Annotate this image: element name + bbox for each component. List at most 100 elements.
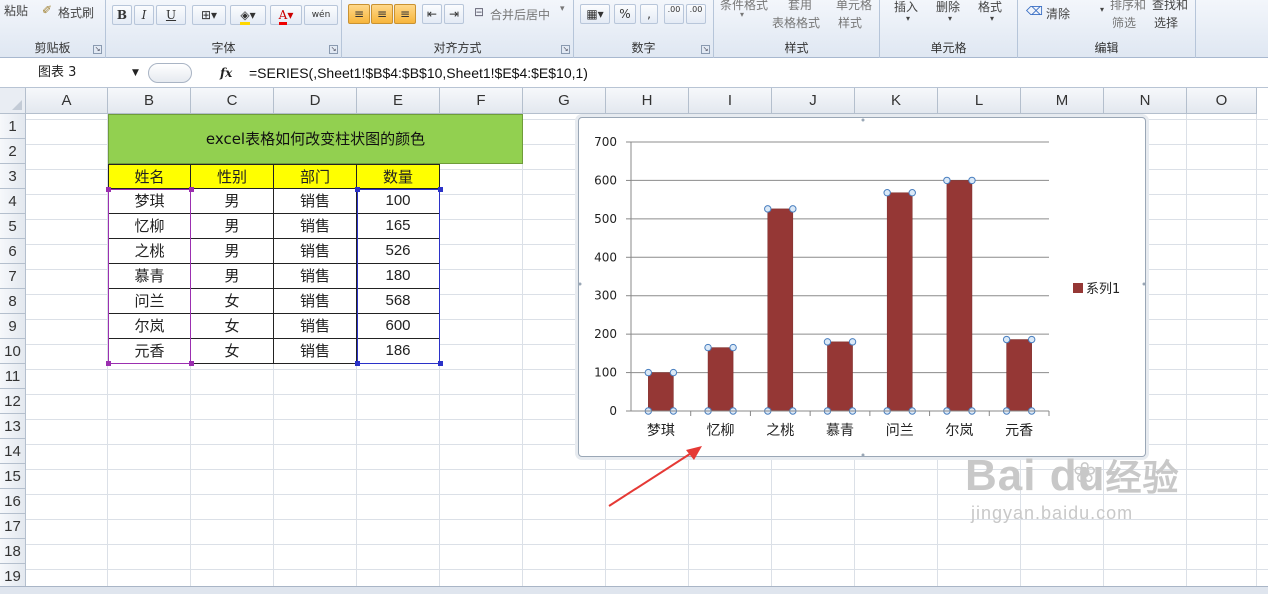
chart-object[interactable]: 0 100 200 300 400 500 600 700 梦琪 忆柳 之桃 慕青 问兰 尔岚 元香 系列1 bbox=[578, 117, 1146, 457]
merge-dropdown-icon[interactable]: ▾ bbox=[560, 4, 565, 14]
column-header-O[interactable]: O bbox=[1187, 88, 1257, 114]
decrease-indent-button[interactable]: ⇤ bbox=[422, 4, 442, 24]
row-header-1[interactable]: 1 bbox=[0, 114, 26, 139]
bold-button[interactable]: B bbox=[112, 5, 132, 25]
bar-之桃[interactable] bbox=[767, 208, 794, 412]
bar-selection-handle[interactable] bbox=[669, 368, 678, 377]
align-center-button[interactable]: ≡ bbox=[371, 4, 393, 24]
table-cell[interactable]: 销售 bbox=[274, 314, 357, 339]
font-color-button[interactable]: A▾ bbox=[270, 5, 302, 25]
bar-问兰[interactable] bbox=[886, 192, 913, 412]
row-header-2[interactable]: 2 bbox=[0, 139, 26, 164]
row-header-7[interactable]: 7 bbox=[0, 264, 26, 289]
align-right-button[interactable]: ≡ bbox=[394, 4, 416, 24]
fill-color-button[interactable]: ◈▾ bbox=[230, 5, 266, 25]
column-header-A[interactable]: A bbox=[26, 88, 108, 114]
row-header-15[interactable]: 15 bbox=[0, 464, 26, 489]
range-handle[interactable] bbox=[438, 187, 443, 192]
phonetic-button[interactable]: wén bbox=[304, 5, 338, 25]
font-launcher-icon[interactable]: ↘ bbox=[329, 45, 338, 54]
bar-selection-handle[interactable] bbox=[764, 205, 772, 213]
bar-selection-handle[interactable] bbox=[848, 338, 857, 346]
table-cell[interactable]: 销售 bbox=[274, 339, 357, 364]
table-cell[interactable]: 男 bbox=[191, 189, 274, 214]
bar-慕青[interactable] bbox=[827, 341, 853, 412]
clear-button[interactable]: 清除 bbox=[1046, 5, 1070, 22]
bar-尔岚[interactable] bbox=[946, 180, 973, 412]
table-cell[interactable]: 568 bbox=[357, 289, 440, 314]
column-header-J[interactable]: J bbox=[772, 88, 855, 114]
table-cell[interactable]: 元香 bbox=[108, 339, 191, 364]
column-header-D[interactable]: D bbox=[274, 88, 357, 114]
insert-function-button[interactable]: fx bbox=[220, 62, 232, 84]
bar-selection-handle[interactable] bbox=[908, 189, 916, 197]
table-header-cell[interactable]: 部门 bbox=[274, 164, 357, 189]
row-header-12[interactable]: 12 bbox=[0, 389, 26, 414]
bar-selection-handle[interactable] bbox=[704, 343, 712, 352]
table-cell[interactable]: 慕青 bbox=[108, 264, 191, 289]
format-painter-button[interactable]: 格式刷 bbox=[58, 4, 94, 21]
cell-styles-button[interactable]: 样式 bbox=[838, 14, 862, 31]
table-cell[interactable]: 之桃 bbox=[108, 239, 191, 264]
select-all-corner[interactable] bbox=[0, 88, 26, 114]
table-cell[interactable]: 销售 bbox=[274, 289, 357, 314]
bar-忆柳[interactable] bbox=[707, 347, 734, 412]
formula-bar-splitter[interactable] bbox=[148, 63, 192, 83]
italic-button[interactable]: I bbox=[134, 5, 154, 25]
row-header-11[interactable]: 11 bbox=[0, 364, 26, 389]
row-header-13[interactable]: 13 bbox=[0, 414, 26, 439]
chart-resize-grip[interactable] bbox=[579, 282, 582, 286]
table-cell[interactable]: 男 bbox=[191, 239, 274, 264]
name-box[interactable]: 图表 3 bbox=[0, 62, 148, 84]
chart-resize-grip[interactable] bbox=[861, 118, 865, 122]
row-header-6[interactable]: 6 bbox=[0, 239, 26, 264]
row-header-14[interactable]: 14 bbox=[0, 439, 26, 464]
row-header-8[interactable]: 8 bbox=[0, 289, 26, 314]
delete-button[interactable]: 删除 bbox=[936, 0, 960, 15]
table-format-button[interactable]: 表格格式 bbox=[772, 14, 820, 31]
sheet-tab-bar[interactable] bbox=[0, 586, 1268, 594]
table-cell[interactable]: 女 bbox=[191, 289, 274, 314]
column-header-F[interactable]: F bbox=[440, 88, 523, 114]
range-handle[interactable] bbox=[106, 187, 111, 192]
table-title-cell[interactable]: excel表格如何改变柱状图的颜色 bbox=[108, 114, 523, 164]
row-header-16[interactable]: 16 bbox=[0, 489, 26, 514]
formula-input[interactable]: =SERIES(,Sheet1!$B$4:$B$10,Sheet1!$E$4:$… bbox=[249, 62, 588, 84]
table-cell[interactable]: 销售 bbox=[274, 264, 357, 289]
table-cell[interactable]: 问兰 bbox=[108, 289, 191, 314]
table-cell[interactable]: 165 bbox=[357, 214, 440, 239]
range-handle[interactable] bbox=[355, 361, 360, 366]
bar-元香[interactable] bbox=[1006, 339, 1032, 412]
table-cell[interactable]: 100 bbox=[357, 189, 440, 214]
table-cell[interactable]: 180 bbox=[357, 264, 440, 289]
increase-indent-button[interactable]: ⇥ bbox=[444, 4, 464, 24]
table-cell[interactable]: 忆柳 bbox=[108, 214, 191, 239]
chart-resize-grip[interactable] bbox=[861, 453, 865, 457]
number-launcher-icon[interactable]: ↘ bbox=[701, 45, 710, 54]
border-button[interactable]: ⊞▾ bbox=[192, 5, 226, 25]
range-handle[interactable] bbox=[438, 361, 443, 366]
table-cell[interactable]: 男 bbox=[191, 264, 274, 289]
alignment-launcher-icon[interactable]: ↘ bbox=[561, 45, 570, 54]
row-header-10[interactable]: 10 bbox=[0, 339, 26, 364]
column-header-L[interactable]: L bbox=[938, 88, 1021, 114]
column-header-G[interactable]: G bbox=[523, 88, 606, 114]
table-cell[interactable]: 销售 bbox=[274, 189, 357, 214]
column-header-N[interactable]: N bbox=[1104, 88, 1187, 114]
bar-selection-handle[interactable] bbox=[789, 205, 797, 213]
insert-button[interactable]: 插入 bbox=[894, 0, 918, 15]
bar-selection-handle[interactable] bbox=[968, 176, 976, 185]
row-header-17[interactable]: 17 bbox=[0, 514, 26, 539]
comma-button[interactable]: , bbox=[640, 4, 658, 24]
name-box-dropdown-icon[interactable]: ▼ bbox=[132, 62, 139, 84]
sort-filter-button[interactable]: 筛选 bbox=[1112, 14, 1136, 31]
table-cell[interactable]: 女 bbox=[191, 314, 274, 339]
format-button[interactable]: 格式 bbox=[978, 0, 1002, 15]
row-header-3[interactable]: 3 bbox=[0, 164, 26, 189]
clipboard-launcher-icon[interactable]: ↘ bbox=[93, 45, 102, 54]
column-header-I[interactable]: I bbox=[689, 88, 772, 114]
decrease-decimal-button[interactable]: .00 bbox=[686, 4, 706, 24]
table-header-cell[interactable]: 姓名 bbox=[108, 164, 191, 189]
chart-resize-grip[interactable] bbox=[1142, 282, 1146, 286]
table-header-cell[interactable]: 数量 bbox=[357, 164, 440, 189]
